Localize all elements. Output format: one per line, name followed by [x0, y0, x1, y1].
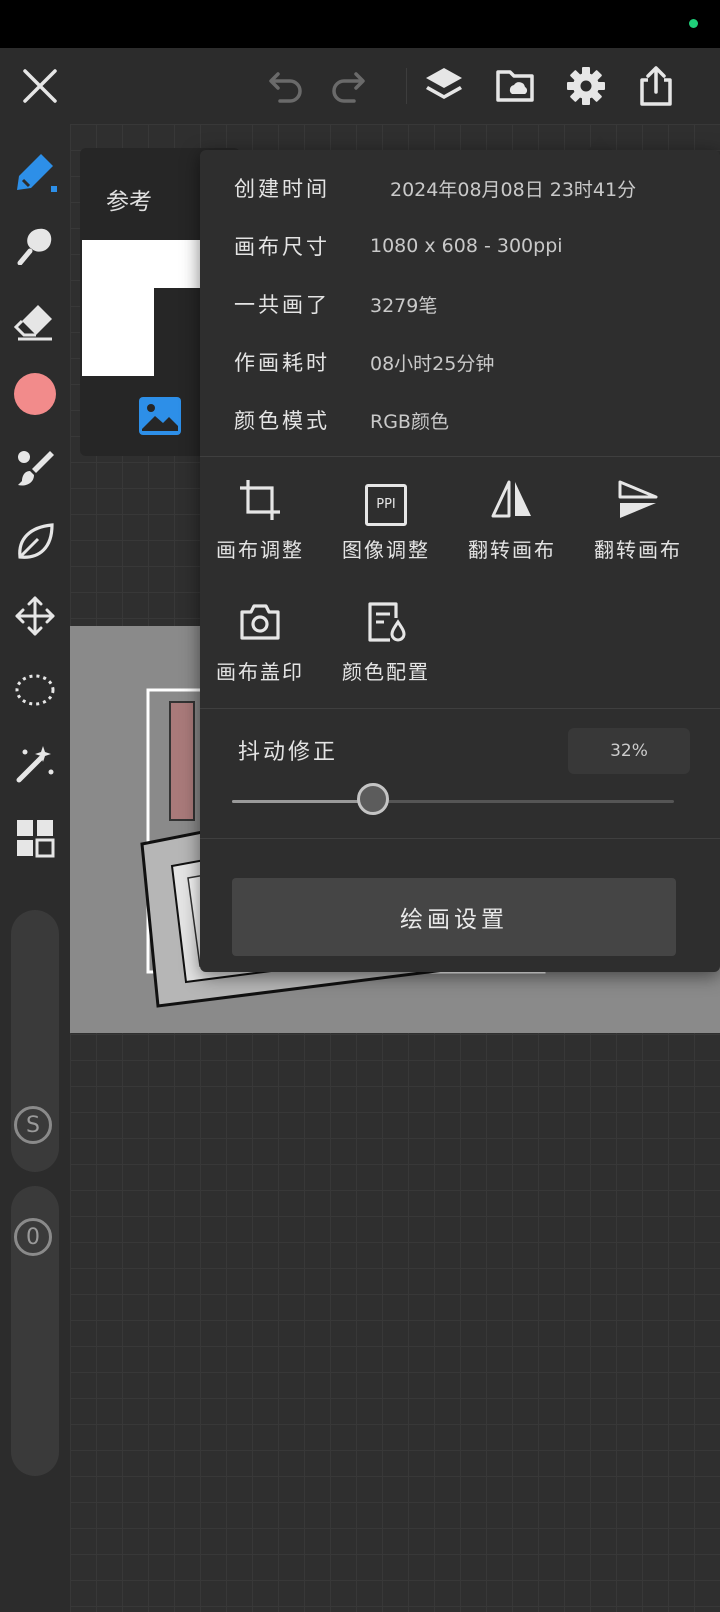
- action-label: 颜色配置: [342, 660, 430, 684]
- action-label: 画布盖印: [216, 660, 304, 684]
- info-value: RGB颜色: [370, 410, 449, 433]
- leaf-icon[interactable]: [11, 518, 59, 566]
- magic-wand-icon[interactable]: [11, 740, 59, 788]
- painting-settings-button[interactable]: 绘画设置: [232, 878, 676, 956]
- flip-horizontal-icon: [490, 478, 534, 526]
- status-bar: [0, 0, 720, 48]
- color-swatch[interactable]: [11, 370, 59, 418]
- top-toolbar: [0, 48, 720, 124]
- info-key: 画布尺寸: [234, 235, 330, 259]
- flip-horizontal-button[interactable]: 翻转画布: [452, 476, 572, 576]
- camera-icon: [238, 600, 282, 648]
- stabilizer-slider-fill: [232, 800, 374, 803]
- redo-icon[interactable]: [324, 62, 372, 110]
- divider: [200, 456, 720, 457]
- reference-title: 参考: [106, 189, 152, 215]
- action-label: 图像调整: [342, 538, 430, 562]
- image-icon[interactable]: [138, 396, 182, 440]
- info-row-created: 创建时间 2024年08月08日 23时41分: [234, 168, 636, 208]
- share-icon[interactable]: [632, 62, 680, 110]
- grid-icon[interactable]: [11, 814, 59, 862]
- toolbar-separator: [406, 68, 407, 104]
- canvas-info-popup: 创建时间 2024年08月08日 23时41分 画布尺寸 1080 x 608 …: [200, 150, 720, 972]
- canvas-adjust-button[interactable]: 画布调整: [200, 476, 320, 576]
- info-value: 08小时25分钟: [370, 352, 495, 375]
- paint-brushes-icon[interactable]: [11, 444, 59, 492]
- info-row-time: 作画耗时 08小时25分钟: [234, 342, 494, 382]
- info-row-strokes: 一共画了 3279笔: [234, 284, 437, 324]
- lasso-icon[interactable]: [11, 666, 59, 714]
- gear-icon[interactable]: [562, 62, 610, 110]
- info-row-color-mode: 颜色模式 RGB颜色: [234, 400, 449, 440]
- action-label: 翻转画布: [594, 538, 682, 562]
- divider: [200, 708, 720, 709]
- undo-icon[interactable]: [262, 62, 310, 110]
- stabilizer-value[interactable]: 32%: [568, 728, 690, 774]
- size-slider-knob[interactable]: S: [14, 1106, 52, 1144]
- status-indicator-dot: [689, 19, 698, 28]
- info-key: 作画耗时: [234, 351, 330, 375]
- divider: [200, 838, 720, 839]
- tool-sidebar: S 0: [0, 124, 70, 1612]
- reference-image[interactable]: [82, 240, 154, 376]
- image-adjust-button[interactable]: PPI 图像调整: [326, 476, 446, 576]
- brush-icon[interactable]: [11, 148, 59, 196]
- color-profile-button[interactable]: 颜色配置: [326, 598, 446, 698]
- popup-caret: [588, 136, 612, 150]
- info-value: 1080 x 608 - 300ppi: [370, 235, 563, 257]
- canvas-stamp-button[interactable]: 画布盖印: [200, 598, 320, 698]
- info-key: 颜色模式: [234, 409, 330, 433]
- opacity-slider-knob[interactable]: 0: [14, 1218, 52, 1256]
- crop-icon: [238, 478, 282, 526]
- flip-vertical-icon: [616, 478, 660, 526]
- eraser-icon[interactable]: [11, 296, 59, 344]
- action-label: 画布调整: [216, 538, 304, 562]
- stabilizer-slider[interactable]: [232, 783, 674, 815]
- ppi-icon: PPI: [365, 484, 407, 526]
- info-row-canvas-size: 画布尺寸 1080 x 608 - 300ppi: [234, 226, 563, 266]
- info-key: 创建时间: [234, 177, 330, 201]
- stabilizer-label: 抖动修正: [238, 740, 339, 765]
- color-profile-icon: [364, 600, 408, 648]
- close-icon[interactable]: [16, 62, 64, 110]
- info-value: 3279笔: [370, 294, 438, 317]
- info-value: 2024年08月08日 23时41分: [390, 178, 637, 201]
- stabilizer-slider-knob[interactable]: [357, 783, 390, 815]
- flip-vertical-button[interactable]: 翻转画布: [578, 476, 698, 576]
- layers-icon[interactable]: [420, 62, 468, 110]
- info-key: 一共画了: [234, 293, 330, 317]
- action-label: 翻转画布: [468, 538, 556, 562]
- cloud-folder-icon[interactable]: [492, 62, 540, 110]
- smudge-icon[interactable]: [11, 220, 59, 268]
- move-icon[interactable]: [11, 592, 59, 640]
